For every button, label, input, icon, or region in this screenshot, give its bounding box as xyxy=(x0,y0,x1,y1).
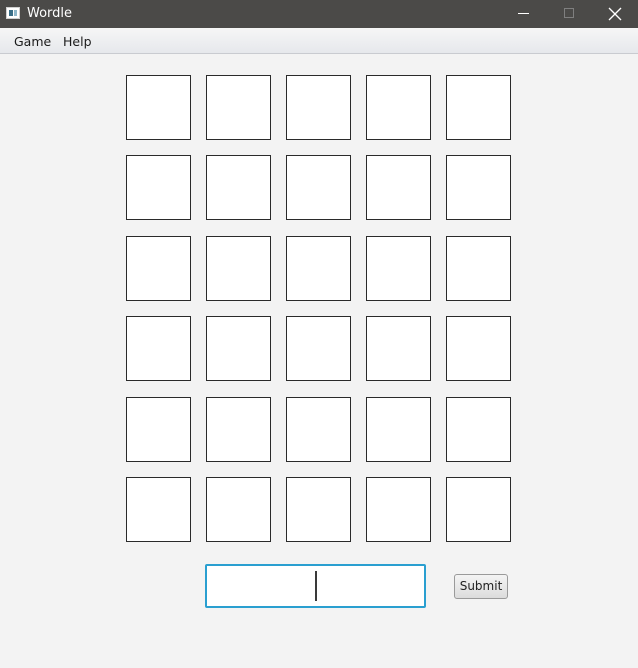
text-cursor xyxy=(315,571,317,601)
menu-help[interactable]: Help xyxy=(63,34,92,49)
letter-cell xyxy=(206,236,271,301)
letter-cell xyxy=(206,477,271,542)
maximize-button[interactable] xyxy=(546,0,592,28)
letter-cell xyxy=(446,75,511,140)
minimize-icon xyxy=(518,13,529,14)
letter-cell xyxy=(446,236,511,301)
window-title: Wordle xyxy=(27,6,73,21)
letter-cell xyxy=(286,397,351,462)
submit-button[interactable]: Submit xyxy=(454,574,508,599)
letter-cell xyxy=(126,155,191,220)
close-icon xyxy=(608,7,622,21)
letter-cell xyxy=(366,477,431,542)
letter-cell xyxy=(286,155,351,220)
letter-cell xyxy=(206,75,271,140)
title-bar: Wordle xyxy=(0,0,638,28)
letter-cell xyxy=(286,236,351,301)
close-button[interactable] xyxy=(592,0,638,28)
app-icon xyxy=(6,7,20,19)
letter-cell xyxy=(126,75,191,140)
letter-cell xyxy=(366,236,431,301)
letter-cell xyxy=(366,316,431,381)
letter-cell xyxy=(126,316,191,381)
letter-cell xyxy=(126,477,191,542)
letter-cell xyxy=(366,75,431,140)
letter-cell xyxy=(366,397,431,462)
maximize-icon xyxy=(564,8,574,18)
letter-cell xyxy=(126,236,191,301)
letter-cell xyxy=(446,155,511,220)
letter-cell xyxy=(446,397,511,462)
letter-cell xyxy=(286,75,351,140)
letter-cell xyxy=(446,477,511,542)
menu-game[interactable]: Game xyxy=(14,34,51,49)
letter-cell xyxy=(206,316,271,381)
letter-cell xyxy=(286,477,351,542)
menu-bar: Game Help xyxy=(0,28,638,54)
letter-cell xyxy=(126,397,191,462)
letter-cell xyxy=(286,316,351,381)
letter-cell xyxy=(446,316,511,381)
minimize-button[interactable] xyxy=(500,0,546,28)
letter-cell xyxy=(366,155,431,220)
letter-cell xyxy=(206,155,271,220)
letter-cell xyxy=(206,397,271,462)
